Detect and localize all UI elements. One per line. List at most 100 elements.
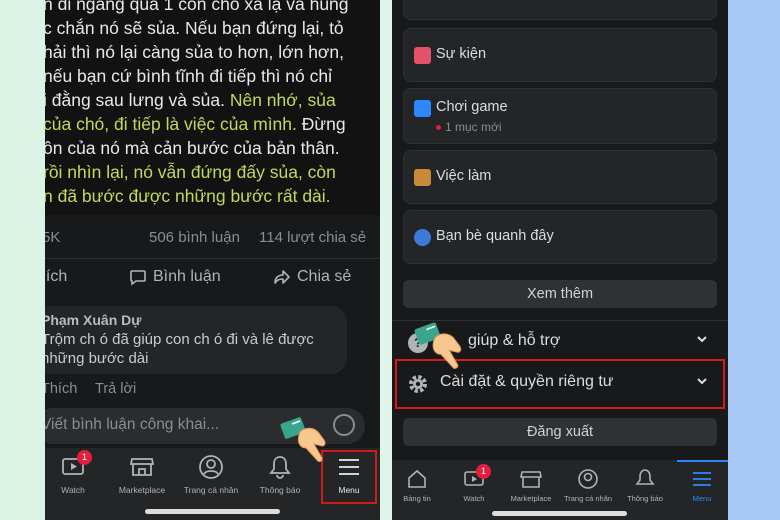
briefcase-icon xyxy=(414,169,431,186)
nav-marketplace[interactable]: Marketplace xyxy=(109,454,175,495)
see-more-button[interactable]: Xem thêm xyxy=(403,280,717,308)
bell-icon xyxy=(634,468,656,490)
nav-profile-label: Trang cá nhân xyxy=(563,494,613,503)
post-text-segment: hải thì nó lại càng sủa to hơn, lớn hơn, xyxy=(45,42,345,62)
nav-watch-label: Watch xyxy=(463,494,485,503)
comment-icon xyxy=(130,270,146,286)
nav-menu-label: Menu xyxy=(692,494,712,503)
hamburger-menu-icon xyxy=(691,468,713,490)
active-tab-indicator xyxy=(677,460,728,462)
comment-text-line: Trộm ch ó đã giúp con ch ó đi và lê được xyxy=(45,331,314,348)
post-text-segment: n đi ngang qua 1 con chó xa lạ và hung xyxy=(45,0,349,14)
comment-author[interactable]: Phạm Xuân Dự xyxy=(45,312,347,328)
like-button[interactable]: hích xyxy=(45,268,67,286)
post-text-line: c chắn nó sẽ sủa. Nếu bạn đứng lại, tỏ xyxy=(45,16,344,40)
comment-button[interactable]: Bình luận xyxy=(129,268,221,286)
menu-item-label: Bạn bè quanh đây xyxy=(436,228,554,244)
nav-profile[interactable]: Trang cá nhân xyxy=(178,454,244,495)
profile-icon xyxy=(577,468,599,490)
comment-count[interactable]: 506 bình luận xyxy=(149,229,240,246)
menu-item-events[interactable]: Sự kiện xyxy=(403,28,717,82)
post-text-segment: n đã bước được những bước rất dài. xyxy=(45,186,331,206)
like-label: hích xyxy=(45,268,68,285)
post-text-segment: rồi nhìn lại, nó vẫn đứng đấy sủa, còn xyxy=(45,162,336,182)
nav-notifications[interactable]: Thông báo xyxy=(617,468,673,503)
post-text-segment: ôn của nó mà cản bước của bản thân. xyxy=(45,138,340,158)
share-button[interactable]: Chia sẻ xyxy=(273,268,351,286)
right-phone-screen: Sự kiện Chơi game 1 mục mới Việc làm Bạn… xyxy=(392,0,728,520)
marketplace-icon xyxy=(129,454,155,480)
share-label: Chia sẻ xyxy=(297,268,352,285)
nav-marketplace-label: Marketplace xyxy=(118,485,166,495)
game-icon xyxy=(414,100,431,117)
nav-watch-label: Watch xyxy=(61,485,85,495)
menu-item-jobs[interactable]: Việc làm xyxy=(403,150,717,204)
post-text-segment: Đừng xyxy=(301,114,346,134)
comment-text: Trộm ch ó đã giúp con ch ó đi và lê được… xyxy=(45,330,347,368)
post-text-block: n đi ngang qua 1 con chó xa lạ và hung c … xyxy=(45,0,380,215)
comment-text-line: những bước dài xyxy=(45,350,149,367)
emoji-icon[interactable] xyxy=(333,414,355,436)
post-text-line: rồi nhìn lại, nó vẫn đứng đấy sủa, còn xyxy=(45,160,336,184)
post-text-line: hải thì nó lại càng sủa to hơn, lớn hơn, xyxy=(45,40,344,64)
pointing-hand-icon xyxy=(414,322,462,369)
menu-card-top[interactable] xyxy=(403,0,717,20)
nearby-friends-icon xyxy=(414,229,431,246)
post-text-segment: nếu bạn cứ bình tĩnh đi tiếp thì nó chỉ xyxy=(45,66,332,86)
share-icon xyxy=(274,270,290,284)
menu-item-label: Sự kiện xyxy=(436,46,487,62)
nav-marketplace-label: Marketplace xyxy=(510,494,552,503)
post-text-line: n đã bước được những bước rất dài. xyxy=(45,184,331,208)
nav-news-label: Bảng tin xyxy=(403,494,431,503)
post-text-segment: Nên nhớ, sủa xyxy=(229,90,336,110)
nav-watch[interactable]: 1 Watch xyxy=(45,450,106,495)
reaction-count[interactable]: 5K xyxy=(45,229,60,246)
post-text-line: của chó, đi tiếp là việc của mình. Đừng xyxy=(45,112,346,136)
menu-item-nearby-friends[interactable]: Bạn bè quanh đây xyxy=(403,210,717,264)
comment-reply-link[interactable]: Trả lời xyxy=(95,381,136,397)
nav-watch[interactable]: 1 Watch xyxy=(446,464,502,503)
menu-item-sub-text: 1 mục mới xyxy=(445,120,502,134)
post-text-line: i đằng sau lưng và sủa. Nên nhớ, sủa xyxy=(45,88,336,112)
help-support-label: giúp & hỗ trợ xyxy=(468,332,561,349)
comment-label: Bình luận xyxy=(153,268,221,285)
comment-like-link[interactable]: Thích xyxy=(45,381,77,397)
home-indicator xyxy=(145,509,280,514)
calendar-icon xyxy=(414,47,431,64)
nav-profile-label: Trang cá nhân xyxy=(183,485,239,495)
nav-news-feed[interactable]: Bảng tin xyxy=(392,468,445,503)
post-text-line: ôn của nó mà cản bước của bản thân. xyxy=(45,136,340,160)
nav-menu[interactable]: Menu xyxy=(674,468,728,503)
menu-item-label: Việc làm xyxy=(436,168,492,184)
watch-badge: 1 xyxy=(476,464,491,479)
left-phone-screen: n đi ngang qua 1 con chó xa lạ và hung c … xyxy=(45,0,380,520)
divider xyxy=(45,258,380,259)
post-text-segment: i đằng sau lưng và sủa. xyxy=(45,90,230,110)
menu-item-sub: 1 mục mới xyxy=(436,120,502,134)
comment-bubble: Phạm Xuân Dự Trộm ch ó đã giúp con ch ó … xyxy=(45,306,347,374)
pointing-hand-icon xyxy=(280,417,326,462)
watch-icon: 1 xyxy=(463,464,491,490)
nav-notifications-label: Thông báo xyxy=(627,494,663,503)
home-icon xyxy=(406,468,428,490)
marketplace-icon xyxy=(520,468,542,490)
nav-profile[interactable]: Trang cá nhân xyxy=(560,468,616,503)
new-dot-icon xyxy=(436,125,441,131)
post-text-segment: của chó, đi tiếp là việc của mình. xyxy=(45,114,302,134)
menu-item-gaming[interactable]: Chơi game 1 mục mới xyxy=(403,88,717,144)
post-text-line: nếu bạn cứ bình tĩnh đi tiếp thì nó chỉ xyxy=(45,64,332,88)
profile-icon xyxy=(198,454,224,480)
post-text-line: n đi ngang qua 1 con chó xa lạ và hung xyxy=(45,0,349,16)
home-indicator xyxy=(492,511,627,516)
write-comment-placeholder: Viết bình luận công khai... xyxy=(45,416,220,433)
background-right xyxy=(728,0,780,520)
share-count[interactable]: 114 lượt chia sẻ xyxy=(259,229,366,246)
menu-item-label: Chơi game xyxy=(436,99,508,115)
watch-icon: 1 xyxy=(60,450,92,480)
nav-notifications-label: Thông báo xyxy=(259,485,301,495)
post-text-segment: c chắn nó sẽ sủa. Nếu bạn đứng lại, tỏ xyxy=(45,18,344,38)
nav-marketplace[interactable]: Marketplace xyxy=(503,468,559,503)
chevron-down-icon xyxy=(696,332,708,348)
logout-button[interactable]: Đăng xuất xyxy=(403,418,717,446)
watch-badge: 1 xyxy=(77,450,92,465)
